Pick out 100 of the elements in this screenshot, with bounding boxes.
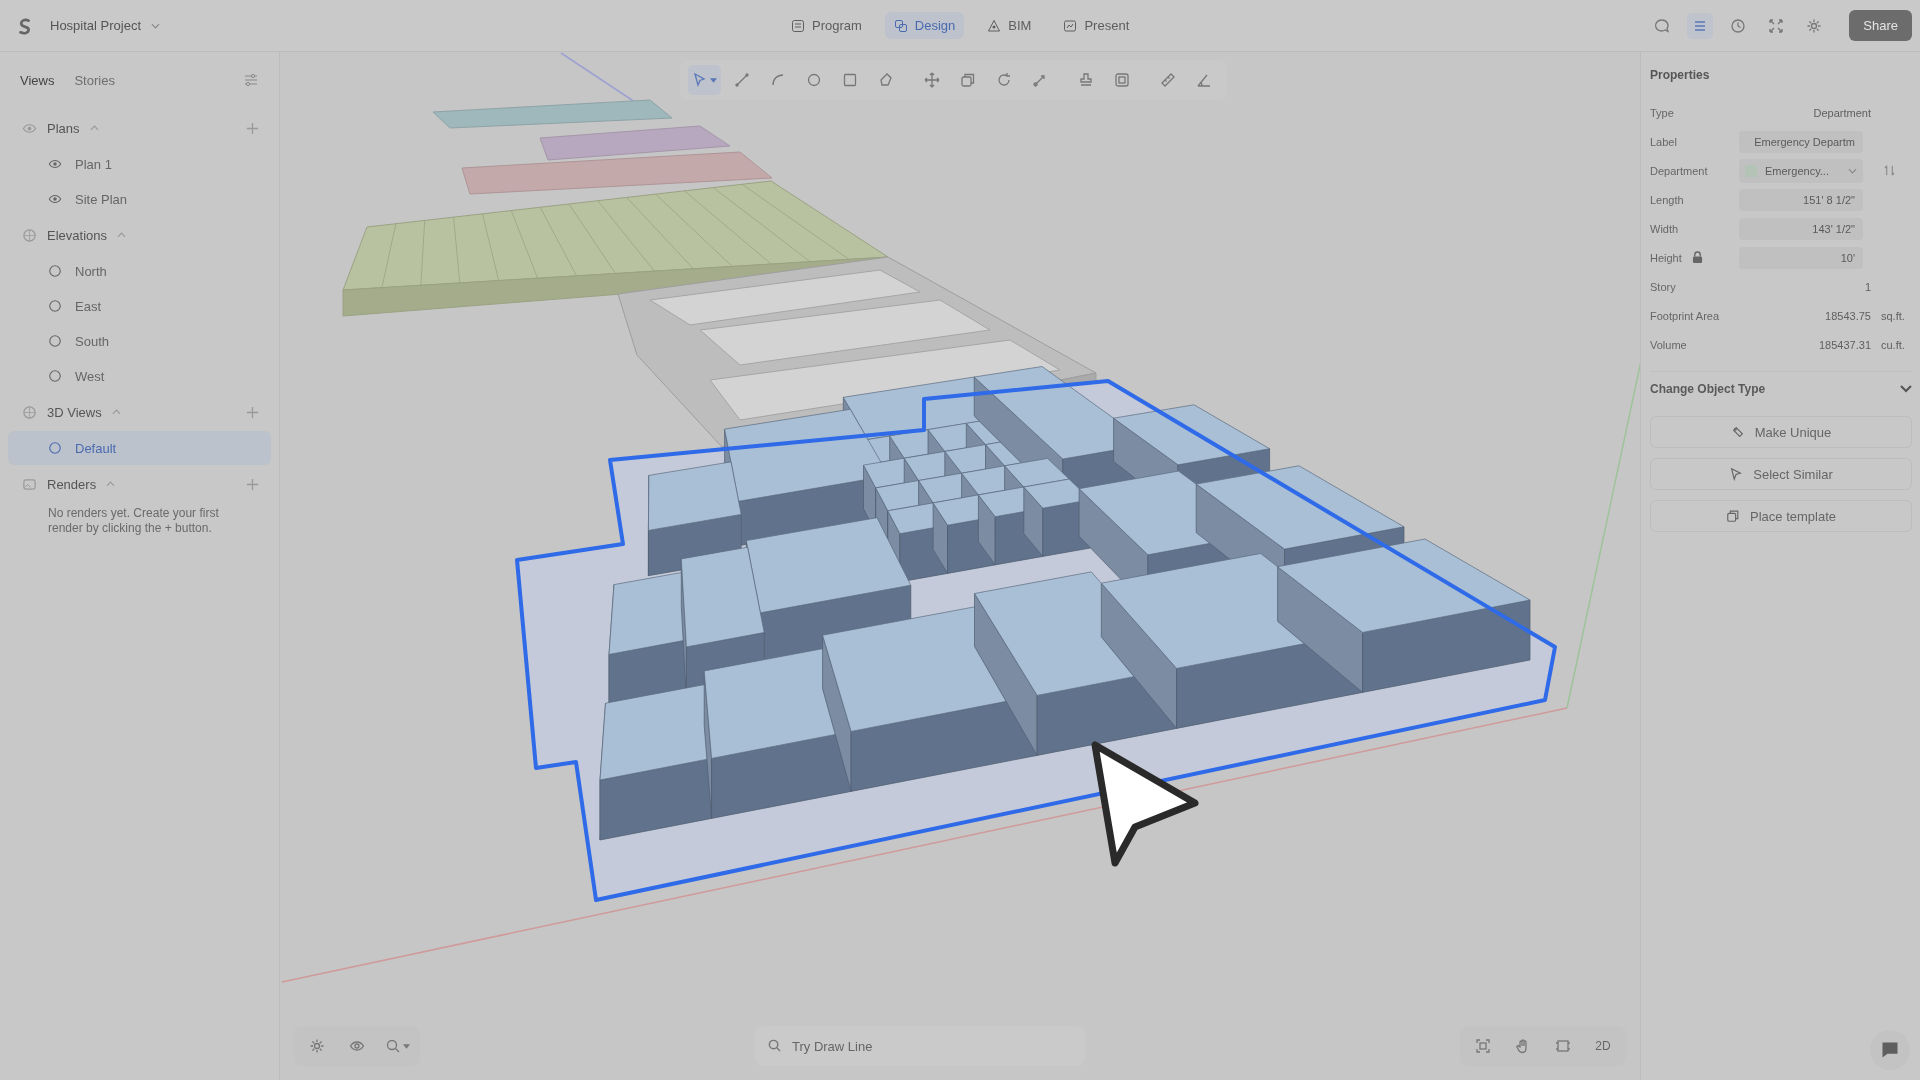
panel-title: Properties: [1650, 68, 1711, 82]
group-header[interactable]: 3D Views: [47, 404, 102, 420]
globe-icon: [22, 227, 37, 243]
caret-icon: [710, 77, 717, 83]
circle-icon: [48, 441, 62, 455]
angle-icon: [1196, 72, 1212, 88]
polygon-icon: [878, 72, 894, 88]
swap-icon[interactable]: [1883, 164, 1896, 177]
frame-icon: [1114, 72, 1130, 88]
circle-icon: [806, 72, 822, 88]
mode-tab[interactable]: Present: [1054, 12, 1139, 39]
property-value: 185437.31: [1818, 338, 1871, 351]
property-label: Department: [1650, 164, 1708, 177]
add-icon[interactable]: [246, 121, 259, 135]
circle-icon: [48, 299, 62, 313]
property-field[interactable]: 143' 1/2": [1739, 217, 1863, 240]
zoom-icon: [384, 1038, 401, 1054]
settings-icon: [1806, 17, 1823, 34]
mode-tab[interactable]: Design: [884, 12, 965, 39]
action-button[interactable]: Select Similar: [1650, 458, 1912, 490]
squares-icon: [893, 18, 908, 33]
property-label: Footprint Area: [1650, 309, 1720, 322]
mode-tab[interactable]: BIM: [978, 12, 1041, 39]
filter-icon[interactable]: [243, 72, 259, 88]
section-header[interactable]: Change Object Type: [1650, 382, 1766, 396]
property-value: 1: [1863, 280, 1871, 293]
action-button[interactable]: Make Unique: [1650, 416, 1912, 448]
property-field[interactable]: Emergency Departm: [1739, 130, 1863, 153]
ruler-icon: [1160, 72, 1176, 88]
eye-icon: [48, 157, 62, 171]
caret-icon: [1848, 167, 1857, 174]
fit-icon: [1475, 1038, 1491, 1054]
triangle-icon: [987, 18, 1002, 33]
group-header[interactable]: Plans: [47, 120, 80, 136]
chat-icon: [1654, 17, 1671, 34]
view-item[interactable]: Default: [8, 431, 271, 465]
clock-icon: [1730, 17, 1747, 34]
property-field[interactable]: 10': [1739, 246, 1863, 269]
property-label: Label: [1650, 135, 1677, 148]
share-button[interactable]: Share: [1849, 10, 1912, 41]
circle-icon: [48, 369, 62, 383]
department-select[interactable]: Emergency...: [1739, 158, 1863, 183]
list-button[interactable]: [1687, 12, 1714, 39]
property-label: Volume: [1650, 338, 1687, 351]
unit-label: cu.ft.: [1881, 338, 1905, 351]
copy-icon: [1726, 509, 1740, 523]
eye-icon: [349, 1038, 365, 1054]
property-field[interactable]: 151' 8 1/2": [1739, 188, 1863, 211]
property-value: 18543.75: [1824, 309, 1871, 322]
empty-message: No renders yet. Create your first render by clicking the + button.: [48, 506, 220, 536]
chart-icon: [1063, 18, 1078, 33]
property-label: Height: [1650, 251, 1682, 264]
stamp-icon: [1078, 72, 1094, 88]
chat-icon: [1880, 1040, 1900, 1060]
property-label: Story: [1650, 280, 1676, 293]
square-icon: [842, 72, 858, 88]
copy-icon: [960, 72, 976, 88]
project-menu[interactable]: Hospital Project: [50, 18, 142, 33]
move-icon: [924, 72, 940, 88]
group-header[interactable]: Elevations: [47, 227, 107, 243]
view-item[interactable]: West: [8, 359, 271, 393]
property-value: Department: [1812, 106, 1871, 119]
view-item[interactable]: North: [8, 254, 271, 288]
globe-icon: [22, 404, 37, 420]
add-icon[interactable]: [246, 477, 259, 491]
arc-icon: [770, 72, 786, 88]
chat-button[interactable]: [1870, 1030, 1910, 1070]
rotate-icon: [996, 72, 1012, 88]
view-mode-button[interactable]: 2D: [1588, 1031, 1618, 1061]
view-item[interactable]: Site Plan: [8, 182, 271, 216]
property-label: Width: [1650, 222, 1679, 235]
caret-icon: [402, 1043, 410, 1049]
view-item[interactable]: South: [8, 324, 271, 358]
eye-icon: [48, 192, 62, 206]
sidebar-tab[interactable]: Views: [20, 72, 55, 88]
settings-icon: [309, 1038, 325, 1054]
list-icon: [791, 18, 805, 33]
image-icon: [22, 476, 37, 492]
command-search-field[interactable]: Try Draw Line: [755, 1026, 1085, 1066]
tag-icon: [1730, 425, 1745, 439]
view-item[interactable]: Plan 1: [8, 147, 271, 181]
scale-icon: [1032, 72, 1048, 88]
frame-icon: [1555, 1038, 1571, 1054]
line-icon: [734, 72, 750, 88]
group-header[interactable]: Renders: [47, 476, 97, 492]
circle-icon: [48, 264, 62, 278]
unit-label: sq.ft.: [1881, 309, 1905, 322]
add-icon[interactable]: [246, 405, 259, 419]
select-tool[interactable]: [688, 65, 721, 95]
mode-tab[interactable]: Program: [782, 12, 871, 39]
cursor-icon: [1729, 467, 1744, 481]
view-item[interactable]: East: [8, 289, 271, 323]
sidebar-tab[interactable]: Stories: [74, 72, 115, 88]
property-label: Type: [1650, 106, 1674, 119]
action-button[interactable]: Place template: [1650, 500, 1912, 532]
lock-icon[interactable]: [1691, 251, 1703, 264]
chevron-icon[interactable]: [1900, 385, 1912, 393]
caret-icon: [151, 22, 161, 29]
expand-icon: [1768, 17, 1785, 34]
property-label: Length: [1650, 193, 1684, 206]
